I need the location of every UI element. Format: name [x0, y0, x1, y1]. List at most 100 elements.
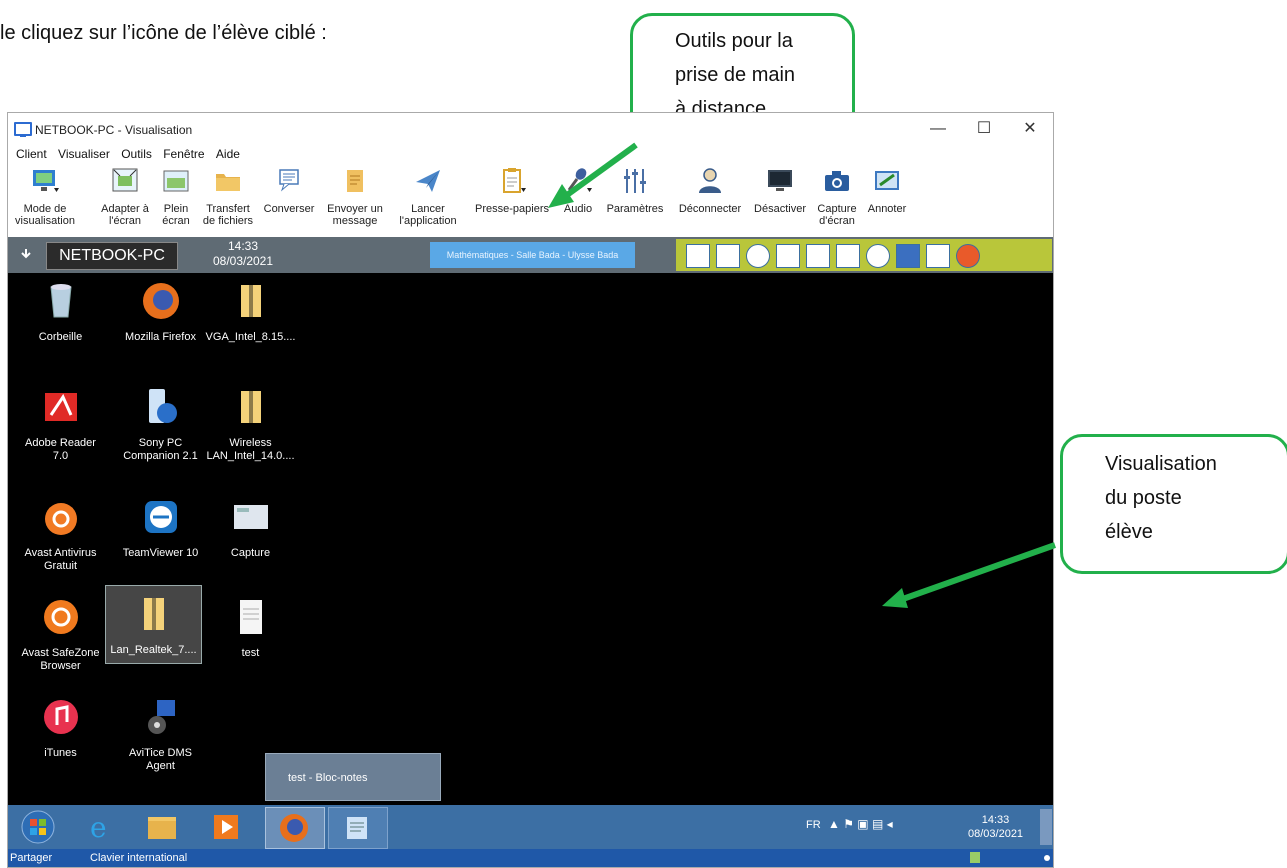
cabinet-icon[interactable]	[686, 244, 710, 268]
tray-language[interactable]: FR	[806, 819, 821, 831]
firefox-icon	[142, 283, 179, 319]
internet-explorer-icon[interactable]: e	[84, 811, 116, 843]
toolbar-annoter[interactable]: Annoter	[866, 166, 908, 215]
toolbar-label: Adapter à l'écran	[101, 203, 149, 227]
taskbar-notepad-button[interactable]	[328, 807, 388, 849]
teamviewer-icon	[144, 501, 177, 533]
toolbar-label: Capture d'écran	[817, 203, 857, 227]
desktop-icon-label: AviTice DMS Agent	[129, 747, 192, 772]
zip-folder-icon	[240, 285, 261, 317]
firefox-icon	[280, 814, 308, 842]
minimize-button[interactable]: —	[918, 117, 958, 141]
chart-icon[interactable]	[716, 244, 740, 268]
menu-client[interactable]: Client	[16, 147, 47, 161]
zip-folder-icon	[143, 598, 164, 630]
printer-icon[interactable]	[806, 244, 830, 268]
status-share[interactable]: Partager	[10, 849, 52, 867]
remote-screen[interactable]: NETBOOK-PC 14:33 08/03/2021 Mathématique…	[8, 237, 1053, 867]
status-indicator-icon	[970, 852, 980, 863]
close-button[interactable]: ✕	[1010, 117, 1050, 141]
safezone-icon	[43, 600, 78, 634]
desktop-icon-avitice[interactable]: AviTice DMS Agent	[113, 697, 208, 773]
toolbar-label: Annoter	[867, 203, 907, 215]
popup-label: test - Bloc-notes	[288, 772, 368, 784]
itunes-icon	[43, 700, 78, 734]
desktop-icon-lan-realtek[interactable]: Lan_Realtek_7....	[105, 585, 202, 664]
desktop-icon-label: test	[241, 647, 260, 659]
toolbar-audio[interactable]: Audio	[560, 166, 596, 215]
desktop-icon-label: Adobe Reader 7.0	[25, 437, 96, 462]
toolbar-deconnecter[interactable]: Déconnecter	[676, 166, 744, 215]
menu-outils[interactable]: Outils	[121, 147, 152, 161]
desktop-icon-test[interactable]: test	[203, 597, 298, 660]
toolbar-parametres[interactable]: Paramètres	[604, 166, 666, 215]
toolbar-lancer-application[interactable]: Lancer l'application	[392, 166, 464, 227]
desktop-icon-itunes[interactable]: iTunes	[13, 697, 108, 760]
menu-aide[interactable]: Aide	[216, 147, 240, 161]
intro-text: le cliquez sur l’icône de l’élève ciblé …	[0, 22, 327, 44]
pin-icon[interactable]	[18, 247, 34, 263]
remote-pc-name: NETBOOK-PC	[46, 242, 178, 270]
keyboard-icon[interactable]	[776, 244, 800, 268]
desktop-icon-adobe[interactable]: Adobe Reader 7.0	[13, 387, 108, 463]
desktop-icon-wireless[interactable]: Wireless LAN_Intel_14.0....	[203, 387, 298, 463]
sliders-icon	[624, 169, 646, 193]
toolbar-envoyer-message[interactable]: Envoyer un message	[324, 166, 386, 227]
desktop-icon-label: Wireless LAN_Intel_14.0....	[206, 437, 295, 462]
taskbar-firefox-button[interactable]	[265, 807, 325, 849]
zip-folder-icon	[240, 391, 261, 423]
recycle-bin-icon	[49, 284, 72, 318]
toolbar-mode-visualisation[interactable]: Mode de visualisation	[12, 166, 78, 227]
remote-time: 14:33	[227, 239, 259, 253]
monitor-icon	[33, 170, 59, 192]
desktop-icon-label: Corbeille	[38, 331, 83, 343]
desktop-icon-safezone[interactable]: Avast SafeZone Browser	[13, 597, 108, 673]
desktop-icon-vga[interactable]: VGA_Intel_8.15....	[203, 281, 298, 344]
disc-icon[interactable]	[746, 244, 770, 268]
callout-line: élève	[1105, 521, 1153, 543]
globe-icon[interactable]	[866, 244, 890, 268]
microphone-icon	[567, 168, 592, 192]
status-bar: Partager Clavier international	[8, 849, 1053, 867]
desktop-icon-sony[interactable]: Sony PC Companion 2.1	[113, 387, 208, 463]
media-player-icon[interactable]	[212, 813, 240, 841]
tray-icons[interactable]: ▲ ⚑ ▣ ▤ ◂	[828, 817, 893, 831]
desktop-icon-teamviewer[interactable]: TeamViewer 10	[113, 497, 208, 560]
avast-icon	[44, 503, 77, 535]
annotate-icon	[875, 171, 899, 190]
show-desktop-button[interactable]	[1040, 809, 1052, 845]
book-icon[interactable]	[896, 244, 920, 268]
fit-screen-icon	[112, 168, 138, 192]
tray-time: 14:33	[981, 814, 1010, 826]
explorer-folder-icon[interactable]	[146, 813, 178, 841]
image-file-icon	[233, 505, 268, 529]
desktop-icon-avast[interactable]: Avast Antivirus Gratuit	[13, 497, 108, 573]
session-label: Mathématiques - Salle Bada - Ulysse Bada	[430, 242, 635, 268]
screen-off-icon	[768, 170, 792, 191]
callout-line: Outils pour la	[675, 30, 793, 52]
maximize-button[interactable]: ☐	[964, 117, 1004, 141]
menu-fenetre[interactable]: Fenêtre	[163, 147, 204, 161]
toolbar-transfert-fichiers[interactable]: Transfert de fichiers	[198, 166, 258, 227]
chat-bubble-icon[interactable]	[926, 244, 950, 268]
sony-pc-icon	[148, 389, 177, 423]
toolbar-plein-ecran[interactable]: Plein écran	[158, 166, 194, 227]
toolbar-presse-papiers[interactable]: Presse-papiers	[472, 166, 552, 215]
desktop-icon-firefox[interactable]: Mozilla Firefox	[113, 281, 208, 344]
menu-visualiser[interactable]: Visualiser	[58, 147, 110, 161]
desktop-icon-corbeille[interactable]: Corbeille	[13, 281, 108, 344]
status-keyboard[interactable]: Clavier international	[90, 849, 187, 867]
toolbar-desactiver[interactable]: Désactiver	[750, 166, 810, 215]
desktop-icon-label: TeamViewer 10	[122, 547, 199, 559]
desktop-icon-capture[interactable]: Capture	[203, 497, 298, 560]
tray-clock[interactable]: 14:33 08/03/2021	[968, 813, 1023, 841]
toolbar-adapter-ecran[interactable]: Adapter à l'écran	[100, 166, 150, 227]
desktop-icon-label: Avast SafeZone Browser	[21, 647, 100, 672]
taskbar-preview-popup[interactable]: test - Bloc-notes	[265, 753, 441, 801]
toolbar-label: Paramètres	[606, 203, 664, 215]
start-button-icon[interactable]	[20, 809, 56, 845]
lifebuoy-icon[interactable]	[956, 244, 980, 268]
toolbar-converser[interactable]: Converser	[260, 166, 318, 215]
window-icon[interactable]	[836, 244, 860, 268]
toolbar-capture-ecran[interactable]: Capture d'écran	[814, 166, 860, 227]
